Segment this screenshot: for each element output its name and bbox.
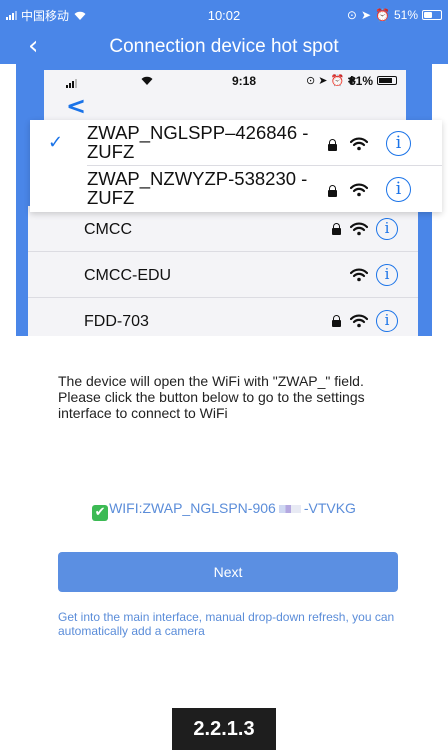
wifi-status: ✔ WIFI:ZWAP_NGLSPN-906 -VTVKG [0,500,448,521]
wifi-signal-icon [349,183,369,202]
info-icon[interactable]: i [386,131,411,156]
hint-text: Get into the main interface, manual drop… [58,610,395,638]
network-row[interactable]: CMCC i [28,206,418,252]
network-row[interactable]: CMCC-EDU i [28,252,418,298]
network-name: CMCC [84,221,132,238]
wifi-ssid-suffix: -VTVKG [303,500,356,516]
inner-back-chevron-icon: < [66,92,87,120]
network-name: CMCC-EDU [84,267,172,284]
inner-wifi-icon [140,73,154,89]
wifi-signal-icon [349,268,369,287]
next-button[interactable]: Next [58,552,398,592]
step-label: 2.2.1.3 [172,708,276,750]
network-name: ZWAP_NGLSPP–426846 -ZUFZ [87,122,309,162]
info-icon[interactable]: i [376,264,398,286]
inner-status-bar: 9:18 ⊙ ➤ ⏰ ✱ 81% [44,70,406,94]
wifi-signal-icon [349,314,369,333]
network-name: FDD-703 [84,313,149,330]
network-name: ZWAP_NZWYZP-538230 -ZUFZ [87,168,308,208]
status-time: 10:02 [207,8,241,23]
instructions-text: The device will open the WiFi with "ZWAP… [58,373,365,421]
info-icon[interactable]: i [376,310,398,332]
inner-signal-icon [66,78,77,88]
page-title: Connection device hot spot [109,36,339,57]
highlighted-network-row[interactable]: ZWAP_NZWYZP-538230 -ZUFZ i [30,166,442,212]
battery-icon [422,10,442,20]
highlighted-networks: ✓ ZWAP_NGLSPP–426846 -ZUFZ i ZWAP_NZWYZP-53… [30,120,442,212]
wifi-ssid-prefix: WIFI:ZWAP_NGLSPN-906 [109,500,276,516]
wifi-signal-icon [349,137,369,156]
info-icon[interactable]: i [376,218,398,240]
green-check-icon: ✔ [92,505,109,521]
highlighted-network-row[interactable]: ✓ ZWAP_NGLSPP–426846 -ZUFZ i [30,120,442,166]
lock-icon [328,185,337,197]
info-icon[interactable]: i [386,177,411,202]
lock-icon [332,223,341,235]
redacted-mark [278,505,301,514]
lock-icon [332,315,341,327]
checkmark-icon: ✓ [48,132,64,153]
inner-time: 9:18 [232,74,257,88]
nav-bar: ‹ Connection device hot spot [0,30,448,64]
status-bar: 中国移动 10:02 ⊙ ➤ ⏰ 51% [0,0,448,30]
lock-icon [328,139,337,151]
wifi-signal-icon [349,222,369,241]
network-row[interactable]: FDD-703 i [28,298,418,336]
inner-battery-icon [377,76,397,85]
inner-battery-percent: 81% [349,74,374,88]
